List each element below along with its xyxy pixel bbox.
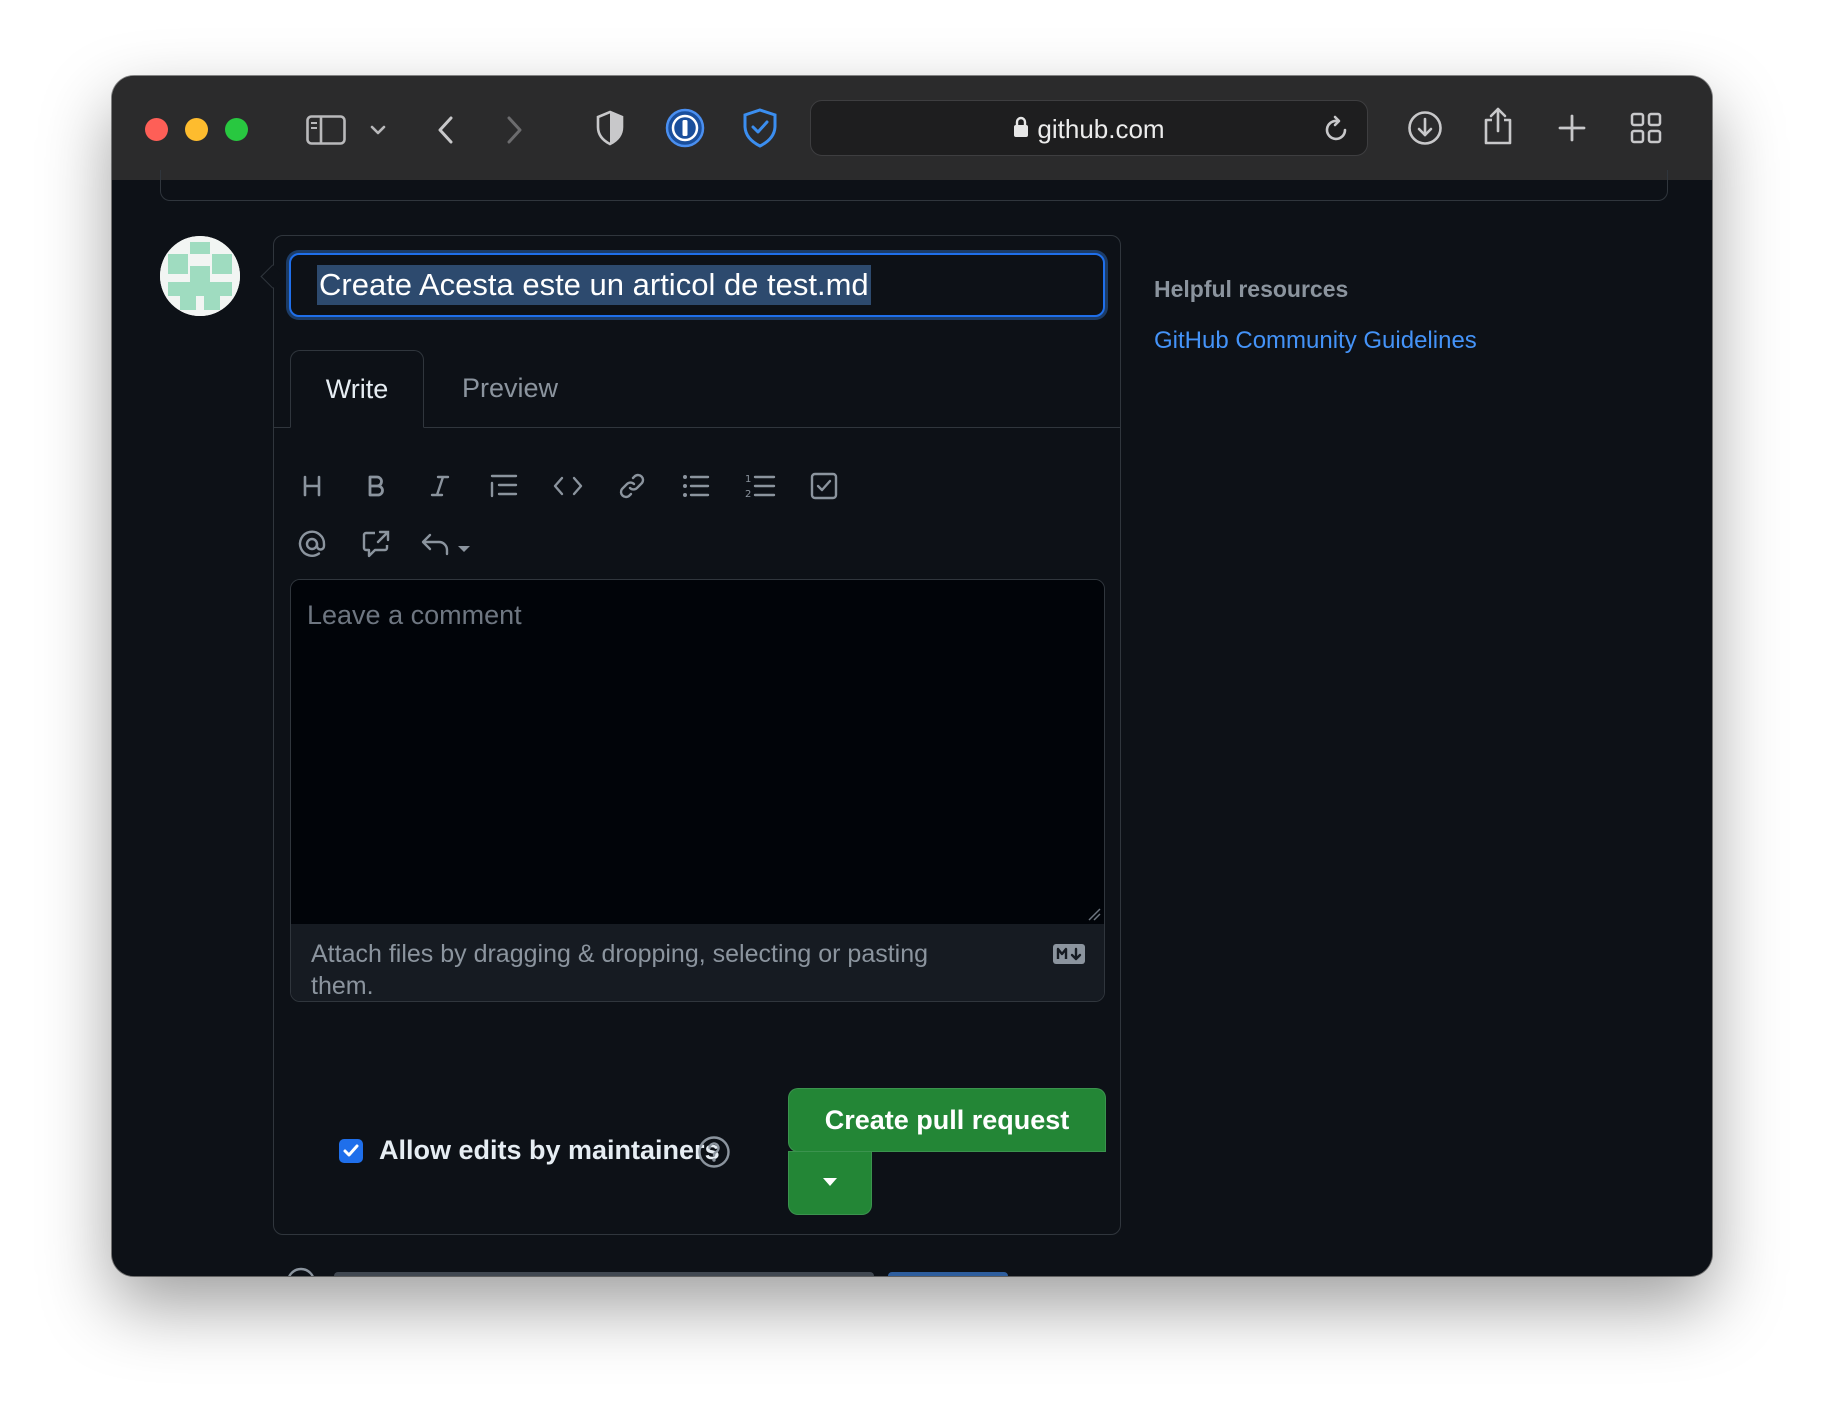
contribution-notice-clipped [286,1266,1046,1276]
forward-icon[interactable] [500,110,530,150]
attach-files-bar[interactable]: Attach files by dragging & dropping, sel… [291,924,1104,1001]
address-bar[interactable]: github.com [810,100,1368,156]
avatar [160,236,240,316]
bulleted-list-icon[interactable] [676,466,716,506]
previous-panel-edge [160,170,1668,201]
heading-icon[interactable] [292,466,332,506]
reload-icon[interactable] [1321,113,1353,145]
attach-files-text: Attach files by dragging & dropping, sel… [311,940,929,1000]
minimize-window-button[interactable] [185,118,208,141]
onepassword-icon[interactable] [663,106,707,150]
saved-replies-icon[interactable] [418,524,478,564]
bold-icon[interactable] [356,466,396,506]
close-window-button[interactable] [145,118,168,141]
browser-toolbar: github.com [112,76,1712,181]
back-icon[interactable] [430,110,460,150]
url-text: github.com [1037,114,1165,144]
share-icon[interactable] [1478,102,1518,150]
allow-edits-label[interactable]: Allow edits by maintainers [379,1135,720,1166]
tab-preview[interactable]: Preview [430,350,590,428]
comment-placeholder: Leave a comment [307,600,522,630]
markdown-icon[interactable] [1052,943,1086,970]
comment-textarea[interactable]: Leave a comment [291,580,1104,926]
helpful-resources-heading: Helpful resources [1154,276,1349,302]
question-icon[interactable] [697,1135,731,1169]
download-icon[interactable] [1404,106,1446,150]
pr-title-value: Create Acesta este un articol de test.md [317,265,871,305]
privacy-shield-icon[interactable] [590,106,630,150]
triangle-down-icon [822,1174,838,1192]
security-shield-icon[interactable] [738,106,782,150]
lock-icon [1013,101,1029,157]
task-list-icon[interactable] [804,466,844,506]
resize-handle-icon[interactable] [1087,907,1101,921]
italic-icon[interactable] [420,466,460,506]
allow-edits-checkbox[interactable] [339,1139,363,1163]
browser-window: github.com Create Acesta este un articol… [112,76,1712,1276]
pr-title-input[interactable]: Create Acesta este un articol de test.md [289,253,1105,317]
link-icon[interactable] [612,466,652,506]
mention-icon[interactable] [292,524,332,564]
numbered-list-icon[interactable]: 12 [740,466,780,506]
create-pull-request-button[interactable]: Create pull request [788,1088,1106,1152]
code-icon[interactable] [548,466,588,506]
plus-icon[interactable] [1552,108,1592,148]
comment-editor: Leave a comment Attach files by dragging… [290,579,1105,1002]
tabs-grid-icon[interactable] [1626,108,1666,148]
tab-write[interactable]: Write [290,350,424,428]
quote-icon[interactable] [484,466,524,506]
page-content: Create Acesta este un articol de test.md… [112,170,1712,1276]
chevron-down-icon[interactable] [368,118,388,142]
svg-text:1: 1 [745,474,751,485]
create-options-dropdown-button[interactable] [788,1151,872,1215]
zoom-window-button[interactable] [225,118,248,141]
community-guidelines-link[interactable]: GitHub Community Guidelines [1154,327,1477,355]
svg-text:2: 2 [745,489,751,500]
sidebar-icon[interactable] [304,110,348,150]
reference-icon[interactable] [356,524,396,564]
